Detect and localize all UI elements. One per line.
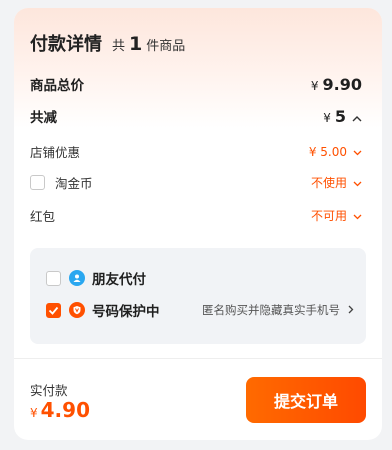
submit-order-button[interactable]: 提交订单 bbox=[246, 377, 366, 423]
discount-label: 共减 bbox=[30, 110, 57, 126]
number-protect-label: 号码保护中 bbox=[92, 304, 160, 320]
number-protect-hint[interactable]: 匿名购买并隐藏真实手机号 bbox=[202, 302, 354, 318]
red-packet-status: 不可用 bbox=[310, 209, 347, 223]
red-packet-row[interactable]: 红包 不可用 bbox=[30, 206, 362, 225]
footer-divider bbox=[14, 358, 382, 359]
total-price-amount: 9.90 bbox=[322, 74, 362, 94]
total-price-currency: ¥ bbox=[310, 78, 319, 93]
discount-value: ¥ 5 bbox=[323, 107, 362, 126]
taojinbi-checkbox[interactable] bbox=[30, 175, 45, 190]
store-coupon-amount: ¥ 5.00 bbox=[308, 144, 347, 159]
taojinbi-status: 不使用 bbox=[310, 176, 347, 190]
item-count-prefix: 共 bbox=[112, 39, 126, 54]
store-coupon-label: 店铺优惠 bbox=[30, 145, 81, 160]
actual-pay-currency: ¥ bbox=[30, 406, 38, 420]
payment-details-card: 付款详情 共 1 件商品 商品总价 ¥ 9.90 共减 ¥ 5 店铺优惠 ¥ 5… bbox=[14, 8, 382, 440]
store-coupon-row[interactable]: 店铺优惠 ¥ 5.00 bbox=[30, 142, 362, 161]
chevron-up-icon[interactable] bbox=[352, 107, 362, 126]
total-price-value: ¥ 9.90 bbox=[311, 75, 362, 94]
discount-amount: 5 bbox=[334, 106, 346, 126]
discount-row[interactable]: 共减 ¥ 5 bbox=[30, 106, 362, 126]
extra-options-panel: 朋友代付 号码保护中 匿名购买并隐藏真实手机号 bbox=[30, 248, 366, 344]
store-coupon-value[interactable]: ¥ 5.00 bbox=[309, 145, 362, 159]
red-packet-label: 红包 bbox=[30, 209, 56, 224]
taojinbi-label: 淘金币 bbox=[55, 176, 93, 191]
actual-pay-label: 实付款 bbox=[30, 383, 68, 398]
number-protect-hint-text: 匿名购买并隐藏真实手机号 bbox=[202, 303, 340, 317]
actual-pay-amount: 4.90 bbox=[40, 398, 90, 422]
friend-pay-checkbox[interactable] bbox=[46, 270, 61, 286]
discount-currency: ¥ bbox=[323, 110, 331, 125]
item-count-suffix: 件商品 bbox=[146, 39, 186, 54]
friend-pay-label: 朋友代付 bbox=[92, 272, 146, 288]
taojinbi-value[interactable]: 不使用 bbox=[311, 174, 362, 191]
friend-pay-option[interactable]: 朋友代付 bbox=[46, 268, 354, 288]
page-title: 付款详情 bbox=[30, 34, 102, 55]
taojinbi-left: 淘金币 bbox=[30, 173, 93, 192]
actual-pay-value: ¥ 4.90 bbox=[30, 398, 90, 422]
friend-pay-icon bbox=[69, 270, 85, 286]
total-price-label: 商品总价 bbox=[30, 78, 84, 94]
card-header: 付款详情 共 1 件商品 bbox=[30, 30, 185, 56]
chevron-down-icon bbox=[353, 209, 362, 223]
chevron-right-icon bbox=[348, 303, 354, 317]
chevron-down-icon bbox=[353, 176, 362, 190]
item-count: 1 bbox=[129, 33, 143, 55]
taojinbi-row[interactable]: 淘金币 不使用 bbox=[30, 173, 362, 192]
number-protect-checkbox[interactable] bbox=[46, 302, 61, 318]
red-packet-value[interactable]: 不可用 bbox=[311, 207, 362, 224]
shield-icon bbox=[69, 302, 85, 318]
total-price-row: 商品总价 ¥ 9.90 bbox=[30, 74, 362, 95]
chevron-down-icon bbox=[353, 145, 362, 159]
number-protect-option[interactable]: 号码保护中 匿名购买并隐藏真实手机号 bbox=[46, 300, 354, 320]
